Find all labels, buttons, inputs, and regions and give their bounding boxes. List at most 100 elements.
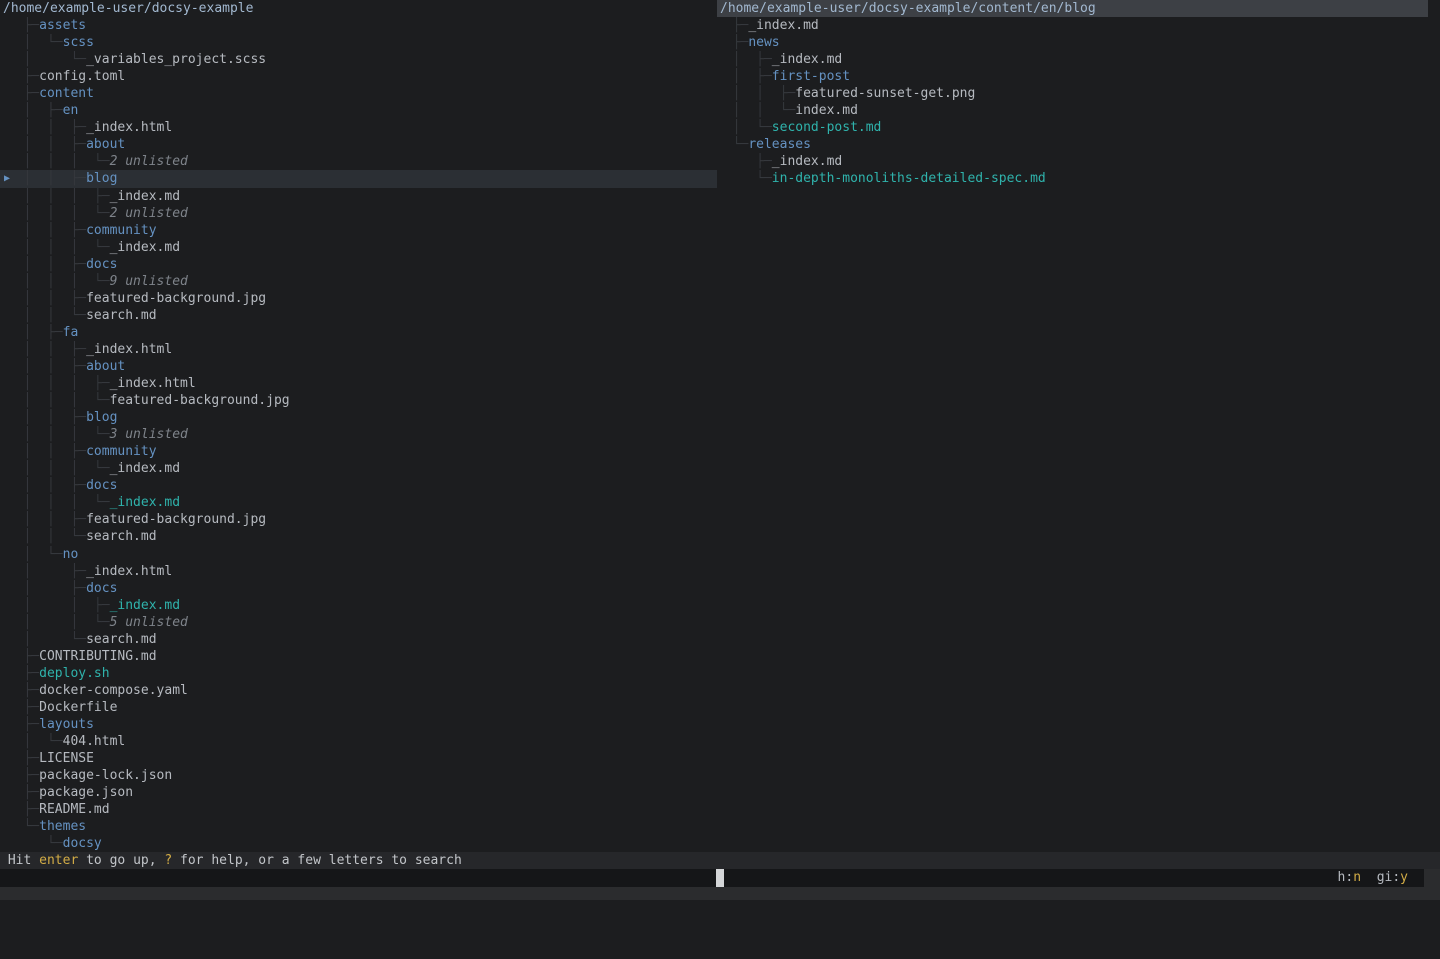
tree-row--index-md[interactable]: │ │ │ └─_index.md [0, 494, 717, 511]
tree-node-label: _index.html [110, 376, 196, 391]
tree-row-2-unlisted[interactable]: │ │ │ └─2 unlisted [0, 153, 717, 170]
command-input[interactable]: :e h:n gi:y [0, 869, 1424, 887]
tree-branch: ├─ [717, 154, 772, 169]
tree-node-label: 3 unlisted [110, 427, 188, 442]
tree-row-blog[interactable]: ▶ │ │ ├─blog [0, 170, 717, 187]
tree-node-label: layouts [39, 717, 94, 732]
tree-row-fa[interactable]: │ ├─fa [0, 324, 717, 341]
tree-row--index-html[interactable]: │ ├─_index.html [0, 563, 717, 580]
tree-row-scss[interactable]: │ └─scss [0, 34, 717, 51]
tree-node-label: en [63, 103, 79, 118]
tree-row-config-toml[interactable]: ├─config.toml [0, 68, 717, 85]
tree-node-label: search.md [86, 308, 156, 323]
tree-row-dockerfile[interactable]: ├─Dockerfile [0, 699, 717, 716]
selection-arrow-icon: ▶ [4, 170, 10, 187]
tree-row-docs[interactable]: │ │ ├─docs [0, 256, 717, 273]
tree-node-label: featured-sunset-get.png [795, 86, 975, 101]
tree-node-label: README.md [39, 802, 109, 817]
tree-row-featured-sunset-get-png[interactable]: │ │ ├─featured-sunset-get.png [717, 85, 1440, 102]
tree-branch: ├─ [0, 18, 39, 33]
status-hint-key: enter [39, 853, 78, 868]
tree-row-featured-background-jpg[interactable]: │ │ ├─featured-background.jpg [0, 511, 717, 528]
tree-row--index-md[interactable]: ├─_index.md [717, 17, 1440, 34]
tree-node-label: docs [86, 257, 117, 272]
tree-node-label: search.md [86, 632, 156, 647]
tree-branch: └─ [0, 836, 63, 851]
tree-row--index-md[interactable]: │ │ │ └─_index.md [0, 460, 717, 477]
tree-row-package-json[interactable]: ├─package.json [0, 784, 717, 801]
tree-branch: ├─ [0, 802, 39, 817]
tree-branch: │ │ │ └─ [0, 206, 110, 221]
tree-row--index-html[interactable]: │ │ ├─_index.html [0, 119, 717, 136]
left-panel-path: /home/example-user/docsy-example [0, 0, 717, 17]
tree-row-community[interactable]: │ │ ├─community [0, 222, 717, 239]
tree-branch: │ │ ├─ [717, 86, 795, 101]
tree-row-in-depth-monoliths-detailed-spec-md[interactable]: └─in-depth-monoliths-detailed-spec.md [717, 170, 1440, 187]
tree-row-docsy[interactable]: └─docsy [0, 835, 717, 852]
tree-row-content[interactable]: ├─content [0, 85, 717, 102]
tree-node-label: docs [86, 581, 117, 596]
tree-node-label: _index.md [110, 461, 180, 476]
tree-row-search-md[interactable]: │ │ └─search.md [0, 307, 717, 324]
tree-row-en[interactable]: │ ├─en [0, 102, 717, 119]
tree-row-readme-md[interactable]: ├─README.md [0, 801, 717, 818]
tree-row-about[interactable]: │ │ ├─about [0, 358, 717, 375]
tree-row-no[interactable]: │ └─no [0, 546, 717, 563]
tree-row-docs[interactable]: │ ├─docs [0, 580, 717, 597]
tree-node-label: docker-compose.yaml [39, 683, 188, 698]
tree-branch: │ │ │ ├─ [0, 189, 110, 204]
tree-row-package-lock-json[interactable]: ├─package-lock.json [0, 767, 717, 784]
tree-row--index-md[interactable]: │ │ │ └─_index.md [0, 239, 717, 256]
tree-branch: │ │ ├─ [0, 137, 86, 152]
tree-row-9-unlisted[interactable]: │ │ │ └─9 unlisted [0, 273, 717, 290]
tree-row-2-unlisted[interactable]: │ │ │ └─2 unlisted [0, 205, 717, 222]
tree-branch: │ └─ [0, 734, 63, 749]
tree-branch: │ │ │ └─ [0, 274, 110, 289]
tree-row--index-md[interactable]: │ ├─_index.md [717, 51, 1440, 68]
tree-row-404-html[interactable]: │ └─404.html [0, 733, 717, 750]
tree-branch: ├─ [0, 700, 39, 715]
tree-node-label: about [86, 359, 125, 374]
tree-row-docs[interactable]: │ │ ├─docs [0, 477, 717, 494]
tree-node-label: featured-background.jpg [110, 393, 290, 408]
tree-row-contributing-md[interactable]: ├─CONTRIBUTING.md [0, 648, 717, 665]
tree-row-index-md[interactable]: │ │ └─index.md [717, 102, 1440, 119]
tree-branch: ├─ [0, 768, 39, 783]
tree-row-releases[interactable]: └─releases [717, 136, 1440, 153]
tree-row-news[interactable]: ├─news [717, 34, 1440, 51]
tree-row-featured-background-jpg[interactable]: │ │ │ └─featured-background.jpg [0, 392, 717, 409]
tree-row-deploy-sh[interactable]: ├─deploy.sh [0, 665, 717, 682]
tree-branch: ├─ [717, 35, 748, 50]
tree-row--index-md[interactable]: │ │ │ ├─_index.md [0, 188, 717, 205]
tree-row-second-post-md[interactable]: │ └─second-post.md [717, 119, 1440, 136]
terminal-bottom-strip [0, 887, 1440, 900]
tree-row-3-unlisted[interactable]: │ │ │ └─3 unlisted [0, 426, 717, 443]
tree-row-community[interactable]: │ │ ├─community [0, 443, 717, 460]
tree-row-blog[interactable]: │ │ ├─blog [0, 409, 717, 426]
flag-value: n [1353, 870, 1361, 885]
left-tree-panel: /home/example-user/docsy-example ├─asset… [0, 0, 717, 852]
tree-row-docker-compose-yaml[interactable]: ├─docker-compose.yaml [0, 682, 717, 699]
status-text: to go up, [78, 853, 164, 868]
tree-row-5-unlisted[interactable]: │ │ └─5 unlisted [0, 614, 717, 631]
tree-row-layouts[interactable]: ├─layouts [0, 716, 717, 733]
tree-row--variables-project-scss[interactable]: │ └─_variables_project.scss [0, 51, 717, 68]
tree-row-featured-background-jpg[interactable]: │ │ ├─featured-background.jpg [0, 290, 717, 307]
tree-row--index-html[interactable]: │ │ ├─_index.html [0, 341, 717, 358]
tree-row-search-md[interactable]: │ │ └─search.md [0, 528, 717, 545]
tree-row--index-md[interactable]: ├─_index.md [717, 153, 1440, 170]
tree-branch: │ ├─ [0, 103, 63, 118]
tree-branch: │ │ ├─ [0, 171, 86, 186]
tree-row--index-html[interactable]: │ │ │ ├─_index.html [0, 375, 717, 392]
tree-node-label: 404.html [63, 734, 126, 749]
tree-row-themes[interactable]: └─themes [0, 818, 717, 835]
tree-row-search-md[interactable]: │ └─search.md [0, 631, 717, 648]
tree-row-first-post[interactable]: │ ├─first-post [717, 68, 1440, 85]
tree-row-license[interactable]: ├─LICENSE [0, 750, 717, 767]
tree-row-about[interactable]: │ │ ├─about [0, 136, 717, 153]
tree-row--index-md[interactable]: │ │ ├─_index.md [0, 597, 717, 614]
tree-row-assets[interactable]: ├─assets [0, 17, 717, 34]
tree-branch: │ └─ [0, 52, 86, 67]
tree-node-label: _index.md [772, 154, 842, 169]
tree-branch: │ │ └─ [717, 103, 795, 118]
